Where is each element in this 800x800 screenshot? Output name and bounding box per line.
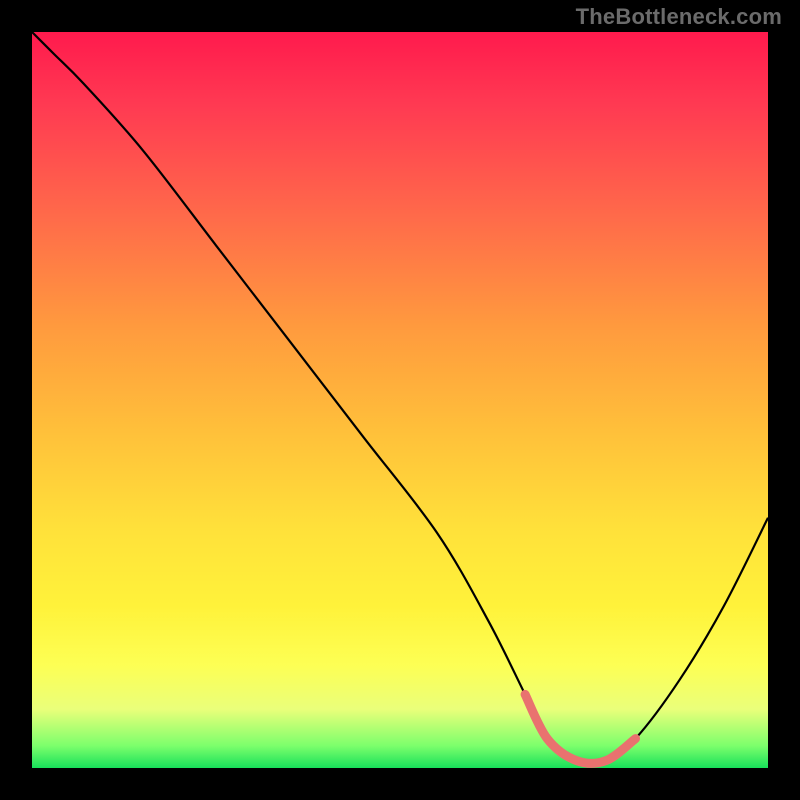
attribution-label: TheBottleneck.com — [576, 4, 782, 30]
gradient-plot-area — [32, 32, 768, 768]
bottleneck-curve-line — [32, 32, 768, 763]
chart-frame: TheBottleneck.com — [0, 0, 800, 800]
optimal-range-highlight — [525, 694, 635, 763]
curve-svg — [32, 32, 768, 768]
